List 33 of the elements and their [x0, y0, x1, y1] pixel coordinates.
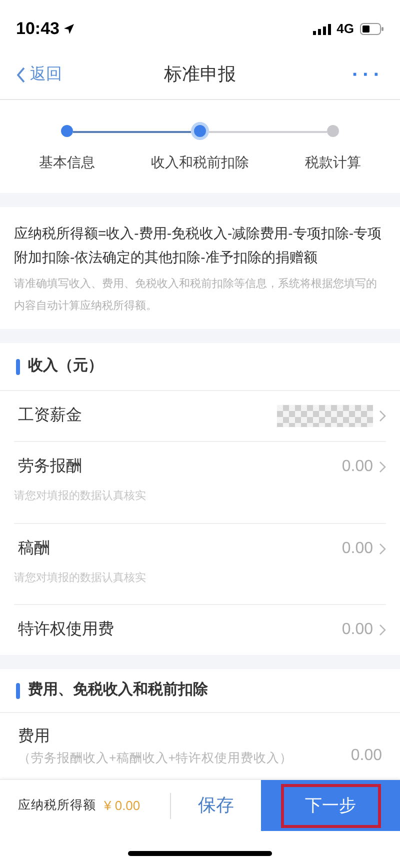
- signal-icon: [312, 24, 331, 34]
- more-button[interactable]: ···: [304, 60, 384, 90]
- section-title: 费用、免税收入和税前扣除: [28, 680, 208, 700]
- step-label: 收入和税前扣除: [151, 153, 249, 172]
- location-arrow-icon: [63, 23, 76, 35]
- section-title: 收入（元）: [28, 356, 103, 376]
- section-marker: [16, 682, 20, 698]
- next-button[interactable]: 下一步: [280, 784, 380, 828]
- page-title: 标准申报: [164, 63, 236, 86]
- step-label: 税款计算: [305, 153, 361, 172]
- chevron-right-icon: [379, 461, 386, 473]
- network-label: 4G: [336, 20, 354, 38]
- income-row[interactable]: 特许权使用费 0.00: [14, 605, 386, 655]
- row-note: 请您对填报的数据认真核实: [14, 570, 147, 586]
- footer-amount: ¥ 0.00: [104, 796, 140, 815]
- step-label: 基本信息: [39, 153, 95, 172]
- row-note: 请您对填报的数据认真核实: [14, 488, 147, 504]
- row-value: 0.00: [350, 746, 382, 766]
- income-row[interactable]: 工资薪金: [14, 391, 386, 441]
- chevron-right-icon: [379, 624, 386, 636]
- row-formula: （劳务报酬收入+稿酬收入+特许权使用费收入）: [18, 750, 293, 767]
- chevron-left-icon: [16, 66, 26, 82]
- status-time: 10:43: [16, 18, 60, 40]
- income-row[interactable]: 稿酬 0.00: [14, 524, 386, 574]
- formula-text: 应纳税所得额=收入-费用-免税收入-减除费用-专项扣除-专项附加扣除-依法确定的其他扣除-准予扣除的捐赠额: [14, 224, 382, 267]
- chevron-right-icon: [379, 542, 386, 554]
- chevron-right-icon: [379, 410, 386, 422]
- battery-icon: [360, 23, 384, 35]
- section-marker: [16, 358, 20, 374]
- row-label: 费用: [18, 726, 51, 747]
- footer-label: 应纳税所得额: [18, 797, 96, 814]
- save-button[interactable]: 保存: [171, 780, 261, 831]
- hint-text: 请准确填写收入、费用、免税收入和税前扣除等信息，系统将根据您填写的内容自动计算应纳税所得额。: [14, 276, 378, 314]
